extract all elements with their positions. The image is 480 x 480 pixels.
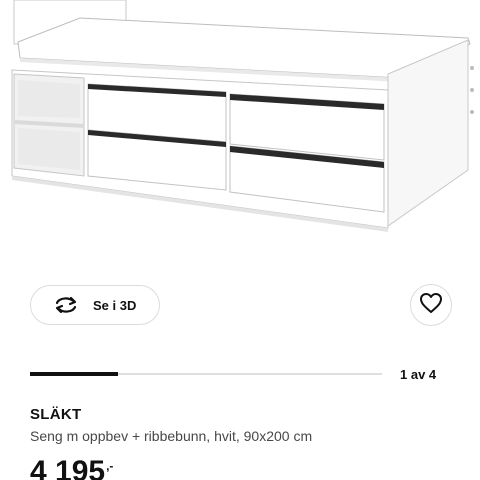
image-carousel-progress (30, 372, 118, 376)
product-image[interactable] (0, 0, 480, 272)
view-in-3d-label: Se i 3D (93, 297, 137, 313)
rotate-arrows-icon (53, 295, 79, 315)
product-name[interactable]: SLÄKT (30, 406, 82, 423)
heart-icon (419, 292, 443, 319)
price-decimals: ,- (106, 459, 114, 473)
product-description: Seng m oppbev + ribbebunn, hvit, 90x200 … (30, 428, 313, 444)
add-to-favourites-button[interactable] (410, 284, 452, 326)
image-counter: 1 av 4 (400, 367, 437, 382)
bed-illustration (11, 0, 474, 232)
image-carousel-scrollbar[interactable] (30, 372, 382, 376)
price-integer: 4 195 (30, 455, 106, 480)
view-in-3d-button[interactable]: Se i 3D (30, 285, 160, 325)
product-price: 4 195 ,- (30, 455, 113, 480)
